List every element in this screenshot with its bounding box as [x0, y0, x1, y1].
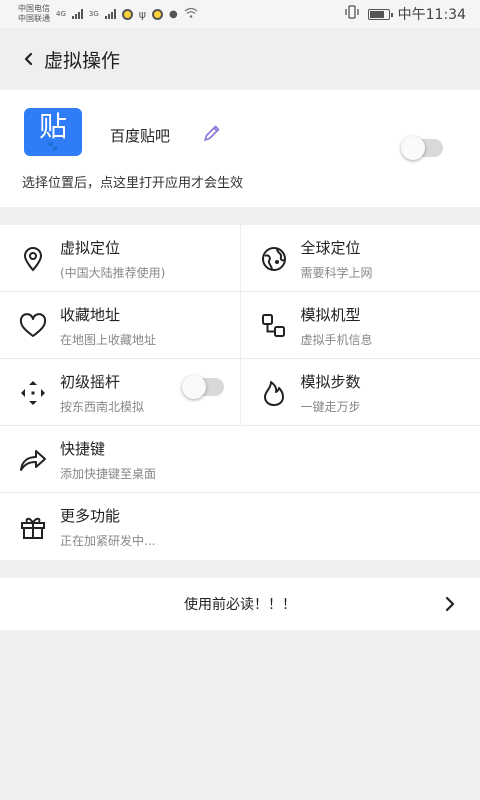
feature-title: 收藏地址 — [60, 306, 121, 324]
paw-icon: 🐾 — [47, 142, 59, 152]
feature-title: 更多功能 — [60, 507, 121, 525]
feature-subtitle: 按东西南北模拟 — [60, 400, 145, 414]
app-name: 百度贴吧 — [110, 127, 171, 145]
feature-subtitle: (中国大陆推荐使用) — [60, 266, 166, 280]
feature-more[interactable]: 更多功能 正在加紧研发中... — [0, 493, 480, 560]
flame-icon — [259, 378, 289, 408]
feature-subtitle: 添加快捷键至桌面 — [60, 467, 157, 481]
feature-row: 虚拟定位 (中国大陆推荐使用) 全球定位 需要科学上网 — [0, 225, 480, 292]
battery-icon — [367, 8, 393, 20]
globe-icon — [259, 244, 289, 274]
chevron-right-icon — [440, 594, 460, 614]
share-arrow-icon — [18, 445, 48, 475]
feature-grid: 虚拟定位 (中国大陆推荐使用) 全球定位 需要科学上网 收藏地址 在地图上收藏地… — [0, 225, 480, 560]
gift-icon — [18, 512, 48, 542]
heart-icon — [18, 311, 48, 341]
feature-title: 快捷键 — [60, 440, 106, 458]
wechat-icon: ● — [169, 8, 178, 20]
must-read-label: 使用前必读！！！ — [184, 597, 296, 613]
feature-title: 虚拟定位 — [60, 239, 121, 257]
toggle-knob — [182, 375, 206, 399]
header: 虚拟操作 — [0, 28, 480, 90]
must-read-link[interactable]: 使用前必读！！！ — [0, 578, 480, 630]
page-title: 虚拟操作 — [44, 49, 121, 72]
network-type-2: 3G — [88, 10, 99, 18]
carrier-2: 中国联通 — [18, 14, 50, 23]
feature-global-location[interactable]: 全球定位 需要科学上网 — [239, 225, 480, 291]
feature-shortcut[interactable]: 快捷键 添加快捷键至桌面 — [0, 426, 480, 492]
usb-icon: ψ — [138, 7, 147, 21]
feature-row: 更多功能 正在加紧研发中... — [0, 493, 480, 560]
pencil-icon[interactable] — [202, 123, 222, 143]
notification-app-icon-2 — [152, 8, 164, 20]
feature-title: 初级摇杆 — [60, 373, 121, 391]
feature-row: 快捷键 添加快捷键至桌面 — [0, 426, 480, 493]
vibrate-icon — [344, 5, 360, 23]
app-card: 贴 🐾 百度贴吧 选择位置后，点这里打开应用才会生效 — [0, 90, 480, 207]
toggle-knob — [401, 136, 425, 160]
feature-device-model[interactable]: 模拟机型 虚拟手机信息 — [239, 292, 480, 358]
feature-subtitle: 正在加紧研发中... — [60, 534, 156, 548]
app-enable-toggle[interactable] — [401, 136, 443, 160]
feature-title: 全球定位 — [300, 239, 361, 257]
feature-subtitle: 在地图上收藏地址 — [60, 333, 157, 347]
move-arrows-icon — [18, 378, 48, 408]
status-bar: 中国电信 中国联通 4G 3G ψ ● 中午11:34 — [0, 0, 480, 28]
location-pin-icon — [18, 244, 48, 274]
feature-subtitle: 一键走万步 — [300, 400, 361, 414]
feature-row: 初级摇杆 按东西南北模拟 模拟步数 一键走万步 — [0, 359, 480, 426]
signal-icon — [71, 9, 83, 19]
device-model-icon — [259, 311, 289, 341]
carrier-1: 中国电信 — [18, 4, 50, 13]
app-hint-text: 选择位置后，点这里打开应用才会生效 — [22, 176, 244, 191]
feature-subtitle: 需要科学上网 — [300, 266, 373, 280]
feature-saved-addresses[interactable]: 收藏地址 在地图上收藏地址 — [0, 292, 240, 358]
status-right: 中午11:34 — [344, 4, 466, 24]
chevron-left-icon[interactable] — [18, 48, 40, 70]
notification-app-icon — [121, 8, 133, 20]
app-icon: 贴 🐾 — [24, 108, 82, 156]
network-type-1: 4G — [56, 10, 66, 18]
feature-title: 模拟步数 — [300, 373, 361, 391]
feature-subtitle: 虚拟手机信息 — [300, 333, 373, 347]
feature-joystick[interactable]: 初级摇杆 按东西南北模拟 — [0, 359, 240, 425]
joystick-toggle[interactable] — [182, 375, 224, 399]
signal-icon-2 — [104, 9, 116, 19]
wifi-icon — [184, 7, 198, 21]
feature-virtual-location[interactable]: 虚拟定位 (中国大陆推荐使用) — [0, 225, 240, 291]
status-time: 中午11:34 — [397, 7, 466, 23]
feature-step-simulation[interactable]: 模拟步数 一键走万步 — [239, 359, 480, 425]
carrier-labels: 中国电信 中国联通 — [18, 4, 50, 24]
feature-row: 收藏地址 在地图上收藏地址 模拟机型 虚拟手机信息 — [0, 292, 480, 359]
feature-title: 模拟机型 — [300, 306, 361, 324]
status-icons: 4G 3G ψ ● — [56, 7, 198, 21]
app-icon-glyph: 贴 — [38, 110, 67, 143]
